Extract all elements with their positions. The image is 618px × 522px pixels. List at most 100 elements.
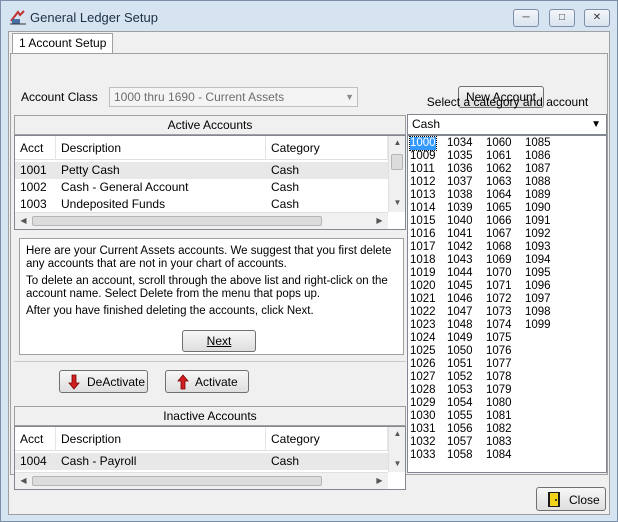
account-code-item[interactable]: 1042 — [447, 241, 473, 254]
account-code-item[interactable]: 1057 — [447, 436, 473, 449]
account-code-item[interactable]: 1099 — [525, 319, 551, 332]
account-code-item[interactable]: 1032 — [410, 436, 436, 449]
account-code-item[interactable]: 1019 — [410, 267, 436, 280]
account-code-item[interactable]: 1091 — [525, 215, 551, 228]
table-row[interactable]: 1002 Cash - General Account Cash — [15, 179, 405, 196]
category-select[interactable]: Cash ▼ — [407, 114, 607, 135]
account-code-item[interactable]: 1087 — [525, 163, 551, 176]
scroll-down-icon[interactable]: ▼ — [389, 198, 405, 207]
table-row[interactable]: 1003 Undeposited Funds Cash — [15, 196, 405, 213]
scroll-thumb[interactable] — [391, 154, 403, 170]
vertical-scrollbar[interactable]: ▲ ▼ — [388, 427, 405, 472]
column-category[interactable]: Category — [266, 427, 388, 451]
account-code-item[interactable]: 1016 — [410, 228, 436, 241]
account-code-item[interactable]: 1036 — [447, 163, 473, 176]
account-code-item[interactable]: 1020 — [410, 280, 436, 293]
account-code-item[interactable]: 1090 — [525, 202, 551, 215]
account-code-item[interactable]: 1012 — [410, 176, 436, 189]
account-code-item[interactable]: 1039 — [447, 202, 473, 215]
active-accounts-list[interactable]: Acct Description Category 1001 Petty Cas… — [14, 135, 406, 230]
scroll-left-icon[interactable]: ◀ — [15, 216, 32, 225]
account-code-item[interactable]: 1034 — [447, 137, 473, 150]
account-code-item[interactable]: 1061 — [486, 150, 512, 163]
column-description[interactable]: Description — [56, 136, 266, 160]
account-code-item[interactable]: 1073 — [486, 306, 512, 319]
account-code-item[interactable]: 1045 — [447, 280, 473, 293]
account-code-item[interactable]: 1096 — [525, 280, 551, 293]
account-code-item[interactable]: 1089 — [525, 189, 551, 202]
account-code-item[interactable]: 1065 — [486, 202, 512, 215]
vertical-scrollbar[interactable]: ▲ ▼ — [388, 136, 405, 212]
account-code-item[interactable]: 1074 — [486, 319, 512, 332]
close-window-button[interactable]: ✕ — [584, 9, 610, 27]
account-code-item[interactable]: 1060 — [486, 137, 512, 150]
account-code-item[interactable]: 1081 — [486, 410, 512, 423]
account-code-item[interactable]: 1067 — [486, 228, 512, 241]
account-code-item[interactable]: 1075 — [486, 332, 512, 345]
account-code-item[interactable]: 1076 — [486, 345, 512, 358]
close-button[interactable]: Close — [536, 487, 606, 511]
account-code-item[interactable]: 1029 — [410, 397, 436, 410]
account-code-item[interactable]: 1083 — [486, 436, 512, 449]
account-code-item[interactable]: 1052 — [447, 371, 473, 384]
account-code-item[interactable]: 1000 — [409, 136, 437, 151]
account-code-item[interactable]: 1046 — [447, 293, 473, 306]
account-code-item[interactable]: 1088 — [525, 176, 551, 189]
account-code-item[interactable]: 1068 — [486, 241, 512, 254]
account-code-item[interactable]: 1011 — [410, 163, 435, 176]
account-code-item[interactable]: 1051 — [447, 358, 473, 371]
account-code-item[interactable]: 1064 — [486, 189, 512, 202]
account-code-item[interactable]: 1049 — [447, 332, 473, 345]
account-code-item[interactable]: 1097 — [525, 293, 551, 306]
account-code-item[interactable]: 1027 — [410, 371, 436, 384]
account-class-select[interactable]: 1000 thru 1690 - Current Assets ▼ — [109, 87, 358, 107]
scroll-right-icon[interactable]: ▶ — [371, 216, 388, 225]
account-code-item[interactable]: 1079 — [486, 384, 512, 397]
maximize-button[interactable]: □ — [549, 9, 575, 27]
account-code-item[interactable]: 1033 — [410, 449, 436, 462]
next-button[interactable]: Next — [182, 330, 256, 352]
scroll-up-icon[interactable]: ▲ — [389, 429, 405, 438]
account-code-item[interactable]: 1054 — [447, 397, 473, 410]
tab-account-setup[interactable]: 1 Account Setup — [12, 33, 114, 54]
account-code-item[interactable]: 1013 — [410, 189, 436, 202]
horizontal-scrollbar[interactable]: ◀ ▶ — [15, 212, 388, 229]
account-code-item[interactable]: 1056 — [447, 423, 473, 436]
account-code-item[interactable]: 1092 — [525, 228, 551, 241]
scroll-left-icon[interactable]: ◀ — [15, 476, 32, 485]
account-code-item[interactable]: 1009 — [410, 150, 436, 163]
account-code-item[interactable]: 1053 — [447, 384, 473, 397]
account-code-item[interactable]: 1038 — [447, 189, 473, 202]
account-code-item[interactable]: 1084 — [486, 449, 512, 462]
account-code-item[interactable]: 1030 — [410, 410, 436, 423]
account-code-item[interactable]: 1037 — [447, 176, 473, 189]
scroll-right-icon[interactable]: ▶ — [371, 476, 388, 485]
scroll-thumb[interactable] — [32, 476, 322, 486]
scroll-up-icon[interactable]: ▲ — [389, 138, 405, 147]
minimize-button[interactable]: ─ — [513, 9, 539, 27]
account-code-item[interactable]: 1062 — [486, 163, 512, 176]
account-code-item[interactable]: 1066 — [486, 215, 512, 228]
account-code-item[interactable]: 1063 — [486, 176, 512, 189]
account-code-item[interactable]: 1035 — [447, 150, 473, 163]
inactive-accounts-list[interactable]: Acct Description Category 1004 Cash - Pa… — [14, 426, 406, 490]
account-code-item[interactable]: 1050 — [447, 345, 473, 358]
account-code-item[interactable]: 1094 — [525, 254, 551, 267]
account-code-item[interactable]: 1077 — [486, 358, 512, 371]
column-description[interactable]: Description — [56, 427, 266, 451]
account-code-item[interactable]: 1048 — [447, 319, 473, 332]
account-code-item[interactable]: 1070 — [486, 267, 512, 280]
account-code-item[interactable]: 1078 — [486, 371, 512, 384]
account-code-item[interactable]: 1095 — [525, 267, 551, 280]
account-code-item[interactable]: 1026 — [410, 358, 436, 371]
deactivate-button[interactable]: DeActivate — [59, 370, 148, 393]
account-code-item[interactable]: 1047 — [447, 306, 473, 319]
table-row[interactable]: 1004 Cash - Payroll Cash — [15, 453, 405, 470]
account-code-item[interactable]: 1023 — [410, 319, 436, 332]
account-code-item[interactable]: 1055 — [447, 410, 473, 423]
activate-button[interactable]: Activate — [165, 370, 249, 393]
account-code-item[interactable]: 1028 — [410, 384, 436, 397]
column-acct[interactable]: Acct — [15, 427, 56, 451]
column-category[interactable]: Category — [266, 136, 388, 160]
account-code-item[interactable]: 1044 — [447, 267, 473, 280]
